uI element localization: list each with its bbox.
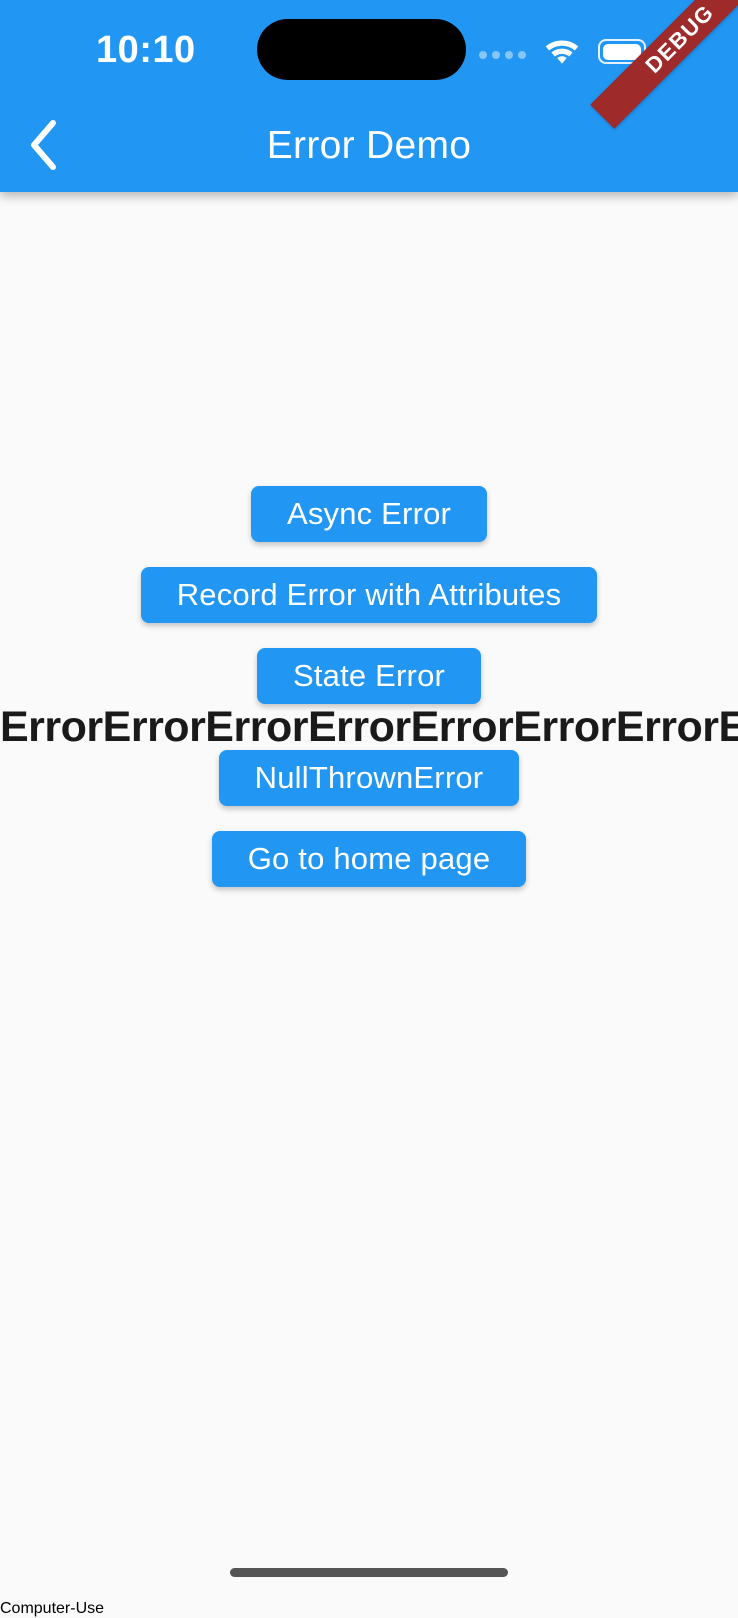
error-button-column: Async Error Record Error with Attributes… [0, 486, 738, 887]
async-error-button[interactable]: Async Error [250, 486, 488, 542]
null-thrown-error-button[interactable]: NullThrownError [218, 750, 520, 806]
status-bar-time: 10:10 [96, 29, 196, 71]
overflow-error-text: ErrorErrorErrorErrorErrorErrorErrorError… [0, 704, 738, 750]
overflow-error-row: ErrorErrorErrorErrorErrorErrorErrorError… [0, 704, 738, 750]
state-error-button[interactable]: State Error [256, 648, 482, 704]
go-to-home-page-button[interactable]: Go to home page [211, 831, 527, 887]
cellular-dots-icon [479, 50, 526, 59]
dynamic-island [257, 19, 466, 80]
main-content: Async Error Record Error with Attributes… [0, 192, 738, 1600]
phone-screen: 10:10 Error Demo DEBUG Async Error Recor… [0, 0, 738, 1600]
record-error-with-attributes-button[interactable]: Record Error with Attributes [140, 567, 598, 623]
home-indicator[interactable] [230, 1568, 508, 1577]
wifi-icon [542, 34, 582, 69]
status-bar-indicators [479, 30, 650, 70]
